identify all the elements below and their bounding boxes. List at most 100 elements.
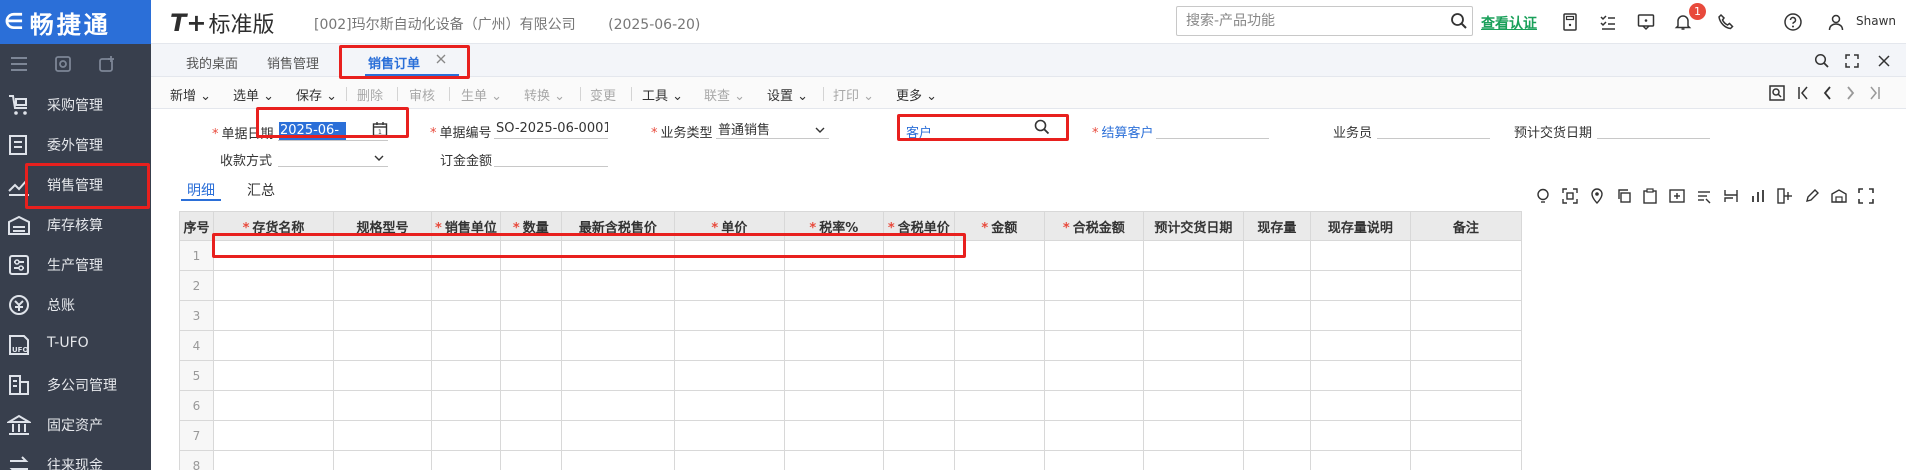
insert-row-icon[interactable] <box>1668 187 1686 205</box>
grid-cell[interactable] <box>499 270 562 301</box>
salesperson-input[interactable] <box>1377 118 1490 139</box>
expected-date-input[interactable] <box>1597 118 1710 139</box>
grid-cell[interactable] <box>1043 270 1144 301</box>
table-row[interactable]: 7 <box>179 420 1522 451</box>
toolbar-select-button[interactable]: 选单 ⌄ <box>233 85 274 104</box>
sidebar-item-cash-flow[interactable]: 往来现金 <box>0 444 151 470</box>
sidebar-item-ledger[interactable]: 总账 <box>0 284 151 324</box>
toolbar-audit-button[interactable]: 审核 <box>409 85 435 104</box>
column-header[interactable]: * 含税单价 <box>882 211 955 241</box>
grid-cell[interactable] <box>213 360 334 391</box>
grid-cell[interactable] <box>499 300 562 331</box>
toolbar-settings-button[interactable]: 设置 ⌄ <box>767 85 808 104</box>
column-header[interactable]: 备注 <box>1409 211 1522 241</box>
sidebar-item-t-ufo[interactable]: UFO T-UFO <box>0 324 151 364</box>
doc-date-field[interactable]: 2025-06-20 <box>279 122 346 156</box>
last-page-icon[interactable] <box>1866 84 1884 102</box>
sidebar-item-multi-company[interactable]: 多公司管理 <box>0 364 151 404</box>
expand-row-icon[interactable] <box>1776 187 1794 205</box>
toolbar-more-button[interactable]: 更多 ⌄ <box>896 85 937 104</box>
table-row[interactable]: 6 <box>179 390 1522 421</box>
location-icon[interactable] <box>1588 187 1606 205</box>
grid-cell[interactable] <box>1309 450 1411 470</box>
grid-cell[interactable] <box>1309 270 1411 301</box>
grid-cell[interactable] <box>953 300 1045 331</box>
grid-cell[interactable] <box>213 240 334 271</box>
tab-search-icon[interactable] <box>1811 50 1833 72</box>
column-header[interactable]: * 单价 <box>673 211 785 241</box>
brand-logo[interactable]: ∈ 畅捷通 <box>0 0 151 44</box>
grid-cell[interactable] <box>1409 360 1522 391</box>
edit-icon[interactable] <box>1803 187 1821 205</box>
grid-cell[interactable] <box>1142 390 1244 421</box>
grid-cell[interactable] <box>953 330 1045 361</box>
grid-cell[interactable] <box>431 330 501 361</box>
grid-cell[interactable] <box>1043 450 1144 470</box>
column-header[interactable]: 规格型号 <box>333 211 432 241</box>
clear-icon[interactable] <box>1695 187 1713 205</box>
grid-cell[interactable] <box>1242 420 1311 451</box>
paste-icon[interactable] <box>1641 187 1659 205</box>
business-type-select[interactable] <box>716 118 829 139</box>
grid-cell[interactable] <box>882 450 955 470</box>
toolbar-convert-button[interactable]: 转换 ⌄ <box>524 85 565 104</box>
column-header[interactable]: 预计交货日期 <box>1142 211 1244 241</box>
grid-cell[interactable] <box>560 420 675 451</box>
column-header[interactable]: * 金额 <box>953 211 1045 241</box>
grid-cell[interactable] <box>953 420 1045 451</box>
grid-cell[interactable] <box>499 450 562 470</box>
grid-cell[interactable] <box>953 240 1045 271</box>
add-window-icon[interactable] <box>96 53 118 75</box>
table-row[interactable]: 3 <box>179 300 1522 331</box>
user-icon[interactable] <box>1825 11 1847 33</box>
scan-icon[interactable] <box>1561 187 1579 205</box>
toolbar-generate-button[interactable]: 生单 ⌄ <box>461 85 502 104</box>
deposit-amount-input[interactable] <box>494 146 608 167</box>
table-row[interactable]: 4 <box>179 330 1522 361</box>
grid-cell[interactable] <box>333 450 432 470</box>
grid-cell[interactable] <box>1142 240 1244 271</box>
grid-cell[interactable] <box>953 390 1045 421</box>
grid-cell[interactable] <box>783 330 884 361</box>
grid-cell[interactable] <box>783 360 884 391</box>
grid-cell[interactable] <box>1242 390 1311 421</box>
fullscreen-icon[interactable] <box>1857 187 1875 205</box>
sidebar-item-purchase[interactable]: 采购管理 <box>0 84 151 124</box>
grid-cell[interactable] <box>1142 360 1244 391</box>
chevron-down-icon[interactable] <box>374 152 384 162</box>
task-list-icon[interactable] <box>1597 11 1619 33</box>
grid-cell[interactable] <box>1242 270 1311 301</box>
grid-cell[interactable] <box>1043 360 1144 391</box>
doc-number-input[interactable] <box>494 118 608 139</box>
grid-cell[interactable] <box>673 300 785 331</box>
grid-cell[interactable] <box>1142 330 1244 361</box>
tab-sales-management[interactable]: 销售管理 <box>267 53 319 72</box>
grid-cell[interactable] <box>1409 270 1522 301</box>
grid-cell[interactable] <box>953 270 1045 301</box>
grid-cell[interactable] <box>333 360 432 391</box>
grid-cell[interactable] <box>783 300 884 331</box>
grid-cell[interactable] <box>783 390 884 421</box>
user-name[interactable]: Shawn <box>1856 14 1896 28</box>
column-header[interactable]: 最新含税售价 <box>560 211 675 241</box>
grid-cell[interactable] <box>882 420 955 451</box>
calculator-icon[interactable] <box>1559 11 1581 33</box>
calendar-icon[interactable]: 1 <box>372 121 388 137</box>
tab-sales-order[interactable]: 销售订单 <box>368 53 420 72</box>
table-row[interactable]: 2 <box>179 270 1522 301</box>
grid-cell[interactable] <box>1142 420 1244 451</box>
grid-cell[interactable] <box>882 270 955 301</box>
grid-cell[interactable] <box>213 300 334 331</box>
grid-cell[interactable] <box>333 330 432 361</box>
grid-cell[interactable] <box>783 420 884 451</box>
grid-cell[interactable] <box>213 390 334 421</box>
preview-icon[interactable] <box>1768 84 1786 102</box>
grid-cell[interactable] <box>1309 360 1411 391</box>
sidebar-item-inventory[interactable]: 库存核算 <box>0 204 151 244</box>
subtab-detail[interactable]: 明细 <box>187 180 215 200</box>
table-row[interactable]: 1 <box>179 240 1522 271</box>
warehouse-icon[interactable] <box>1830 187 1848 205</box>
grid-cell[interactable] <box>1142 300 1244 331</box>
grid-cell[interactable] <box>1242 240 1311 271</box>
column-header[interactable]: 序号 <box>179 211 214 241</box>
